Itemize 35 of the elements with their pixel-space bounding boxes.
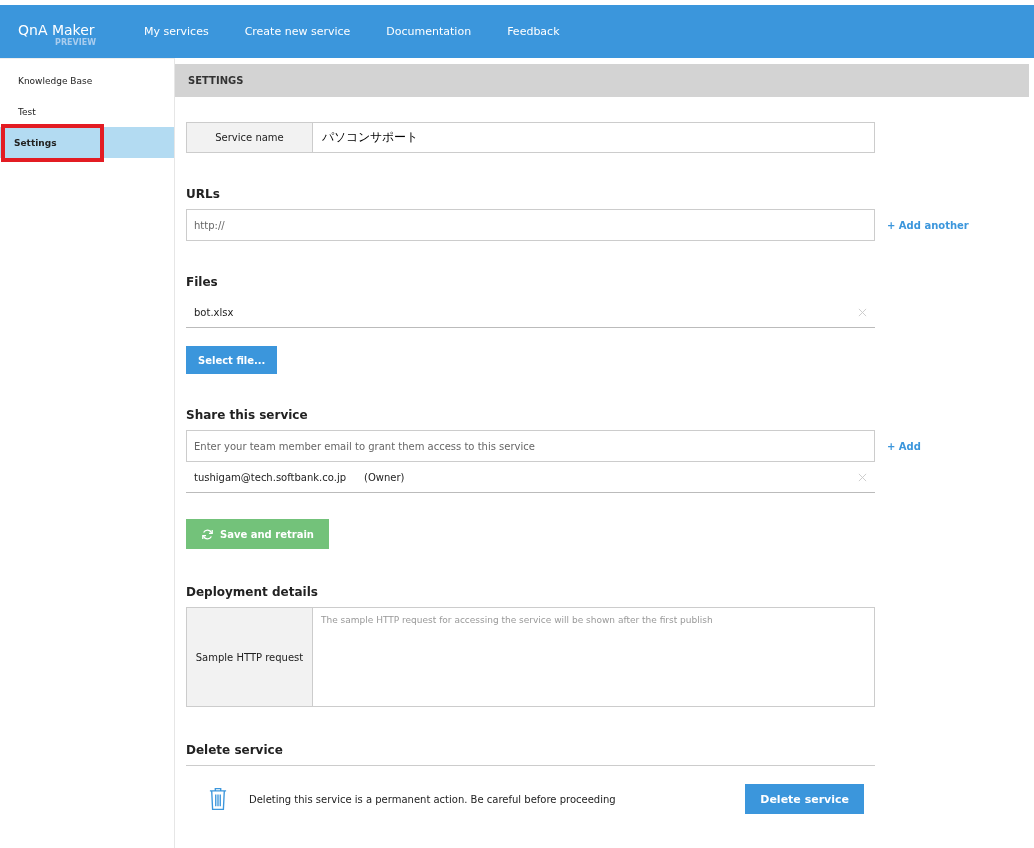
sidebar-item-label: Knowledge Base bbox=[17, 74, 94, 88]
section-heading: URLs bbox=[186, 187, 221, 201]
add-another-link[interactable]: + Add another bbox=[887, 219, 969, 231]
nav-link[interactable]: Feedback bbox=[507, 25, 560, 38]
add-link[interactable]: + Add bbox=[887, 440, 921, 452]
section-heading: Delete service bbox=[186, 743, 875, 766]
service-name-field[interactable]: パソコンサポート bbox=[313, 122, 875, 153]
sidebar-item[interactable]: Knowledge Base bbox=[0, 65, 174, 96]
member-email: tushigam@tech.softbank.co.jp bbox=[194, 471, 346, 483]
sidebar-item-label: Settings bbox=[1, 123, 104, 162]
nav-link[interactable]: Documentation bbox=[386, 25, 472, 38]
sample-request-area[interactable]: The sample HTTP request for accessing the service will be shown after the first publish bbox=[313, 607, 875, 707]
page-title: SETTINGS bbox=[188, 75, 244, 86]
delete-warning-text: Deleting this service is a permanent action. Be careful before proceeding bbox=[249, 793, 617, 805]
nav-link[interactable]: Create new service bbox=[244, 25, 351, 38]
member-role: (Owner) bbox=[364, 471, 405, 483]
app-logo[interactable]: QnA Maker bbox=[18, 22, 95, 38]
close-icon[interactable] bbox=[858, 307, 867, 317]
file-name: bot.xlsx bbox=[194, 306, 234, 318]
email-input-field[interactable]: Enter your team member email to grant them access to this service bbox=[186, 430, 875, 462]
nav-link[interactable]: My services bbox=[144, 25, 209, 38]
field-label: Sample HTTP request bbox=[186, 607, 313, 707]
section-heading: Files bbox=[186, 275, 219, 289]
sidebar-item-label: Test bbox=[17, 105, 37, 119]
preview-label: PREVIEW bbox=[55, 38, 96, 47]
select-file-button[interactable]: Select file... bbox=[186, 346, 278, 374]
url-input-field[interactable]: http:// bbox=[186, 209, 875, 241]
close-icon[interactable] bbox=[858, 472, 867, 482]
trash-icon bbox=[209, 787, 227, 811]
section-heading: Share this service bbox=[186, 408, 309, 422]
delete-service-button[interactable]: Delete service bbox=[745, 784, 864, 814]
section-heading: Deployment details bbox=[186, 585, 319, 599]
refresh-icon bbox=[201, 527, 214, 541]
save-and-retrain-button[interactable]: Save and retrain bbox=[186, 519, 329, 549]
field-label: Service name bbox=[186, 122, 313, 153]
